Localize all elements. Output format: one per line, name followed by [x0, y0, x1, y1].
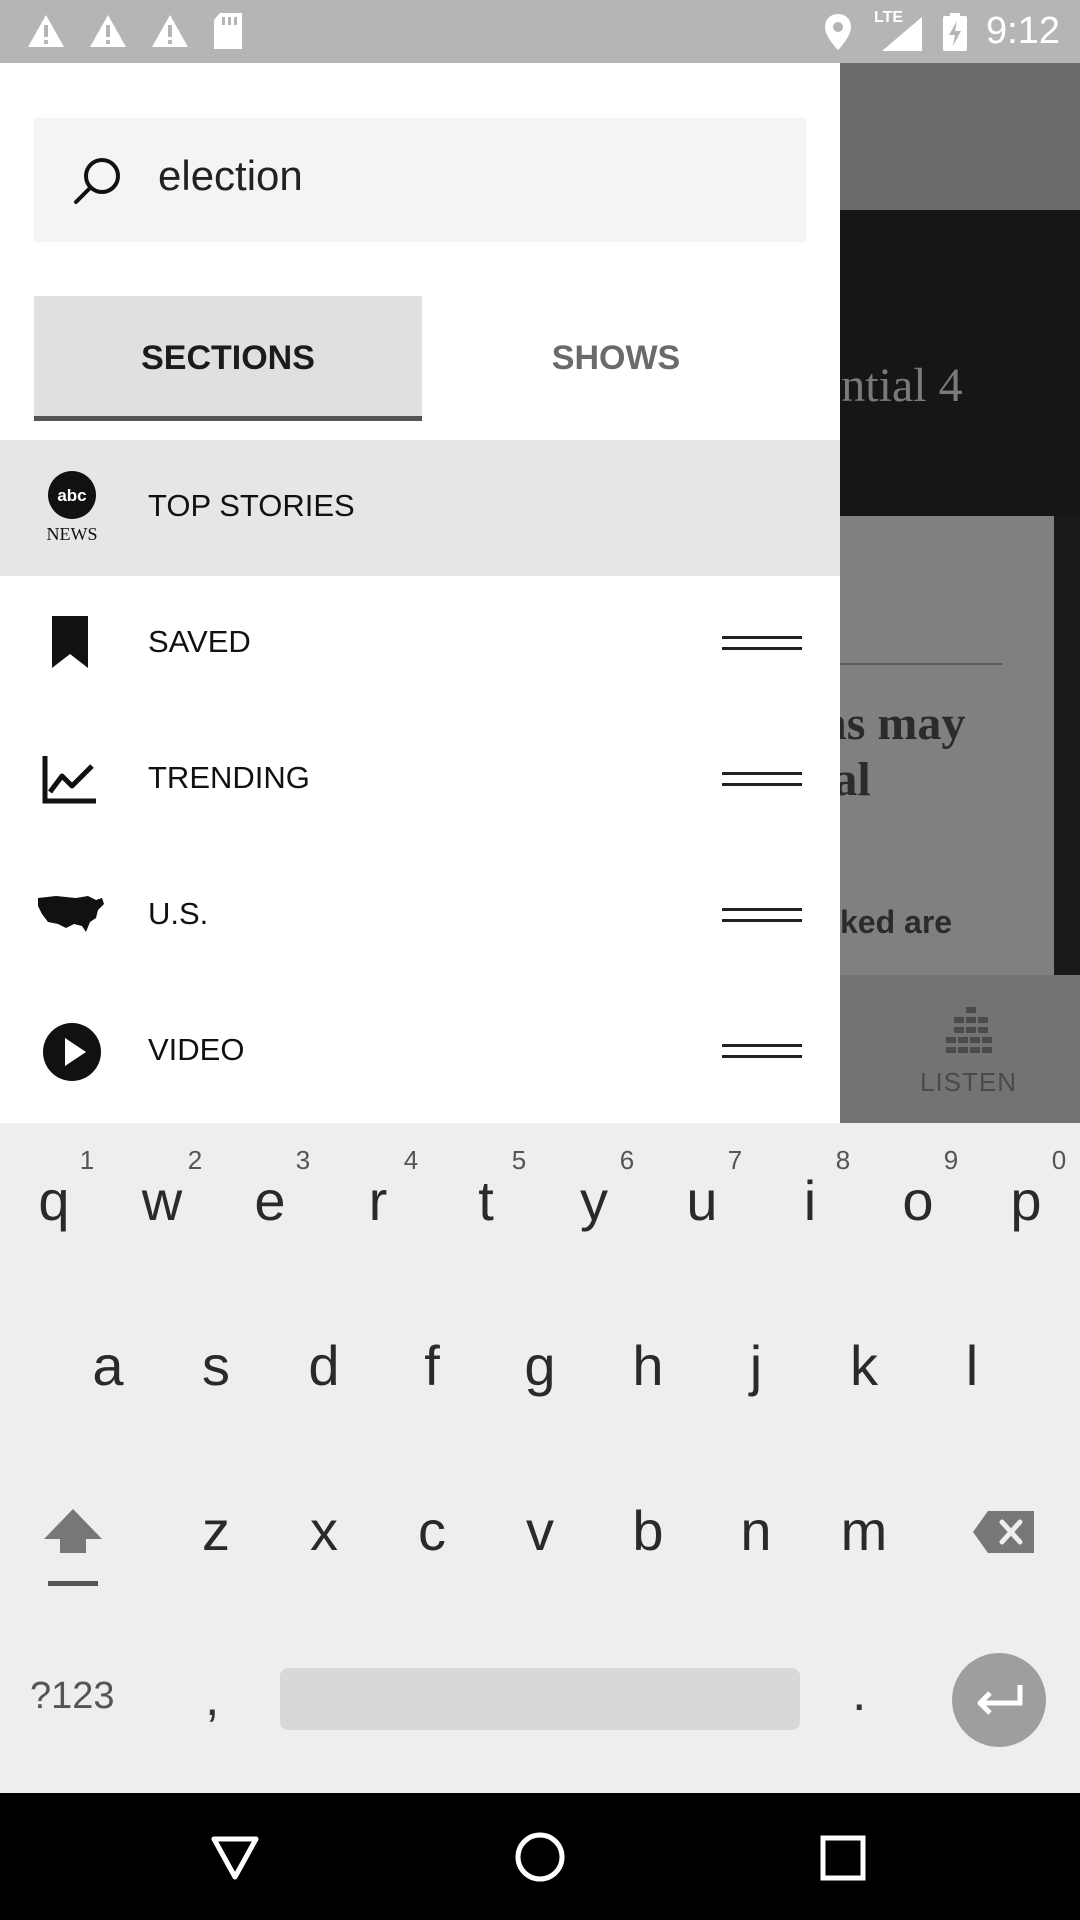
search-bar[interactable]: election	[34, 118, 806, 242]
key-x[interactable]: x	[270, 1498, 378, 1563]
status-bar: LTE 9:12	[0, 0, 1080, 63]
section-label: U.S.	[148, 896, 209, 931]
abc-news-logo-icon: abc NEWS	[38, 470, 108, 546]
trending-chart-icon	[42, 756, 96, 804]
warning-icon	[90, 15, 126, 47]
background-header	[840, 63, 1080, 210]
key-e[interactable]: e	[216, 1168, 324, 1233]
key-s[interactable]: s	[162, 1333, 270, 1398]
key-n[interactable]: n	[702, 1498, 810, 1563]
section-item-saved[interactable]: SAVED	[0, 576, 840, 712]
background-app: ential 4 ns may ial ked are LISTEN	[840, 63, 1080, 1123]
enter-arrow-icon	[977, 1685, 1023, 1715]
section-label: VIDEO	[148, 1032, 245, 1067]
key-f[interactable]: f	[378, 1333, 486, 1398]
background-headline: ential 4	[840, 359, 963, 412]
drag-handle-icon[interactable]	[722, 908, 802, 924]
sd-card-icon	[214, 13, 242, 49]
key-k[interactable]: k	[810, 1333, 918, 1398]
key-j[interactable]: j	[702, 1333, 810, 1398]
key-g[interactable]: g	[486, 1333, 594, 1398]
section-label: TOP STORIES	[148, 488, 355, 523]
section-list: abc NEWS TOP STORIES SAVED TRENDING U.S.…	[0, 440, 840, 1120]
key-h[interactable]: h	[594, 1333, 702, 1398]
search-input[interactable]: election	[158, 152, 303, 200]
comma-key[interactable]: ,	[205, 1668, 219, 1728]
battery-charging-icon	[943, 12, 968, 51]
section-label: SAVED	[148, 624, 251, 659]
key-w[interactable]: w	[108, 1168, 216, 1233]
warning-icon	[152, 15, 188, 47]
card-headline: ns may ial	[840, 697, 966, 806]
drag-handle-icon[interactable]	[722, 772, 802, 788]
key-c[interactable]: c	[378, 1498, 486, 1563]
card-subtext: ked are	[840, 904, 953, 940]
key-b[interactable]: b	[594, 1498, 702, 1563]
drag-handle-icon[interactable]	[722, 636, 802, 652]
soft-keyboard: 1 2 3 4 5 6 7 8 9 0 q w e r t y u i o p …	[0, 1123, 1080, 1793]
navigation-drawer: election SECTIONS SHOWS abc NEWS TOP STO…	[0, 63, 840, 1123]
key-d[interactable]: d	[270, 1333, 378, 1398]
bookmark-icon	[52, 616, 88, 668]
search-icon	[74, 158, 120, 204]
key-i[interactable]: i	[756, 1168, 864, 1233]
key-v[interactable]: v	[486, 1498, 594, 1563]
listen-label[interactable]: LISTEN	[920, 1067, 1017, 1098]
home-circle-icon[interactable]	[514, 1831, 566, 1883]
background-hero: ential 4	[840, 210, 1080, 517]
spacebar[interactable]	[280, 1668, 800, 1730]
key-z[interactable]: z	[162, 1498, 270, 1563]
section-item-video[interactable]: VIDEO	[0, 984, 840, 1120]
key-p[interactable]: p	[972, 1168, 1080, 1233]
svg-text:abc: abc	[57, 486, 86, 505]
drag-handle-icon[interactable]	[722, 1044, 802, 1060]
section-item-top-stories[interactable]: abc NEWS TOP STORIES	[0, 440, 840, 576]
divider	[840, 663, 1002, 665]
play-circle-icon	[43, 1023, 101, 1081]
key-t[interactable]: t	[432, 1168, 540, 1233]
system-icons: LTE 9:12	[824, 9, 1060, 53]
notification-icons	[26, 12, 244, 50]
navigation-bar	[0, 1793, 1080, 1920]
recents-square-icon[interactable]	[820, 1835, 866, 1881]
symbols-key[interactable]: ?123	[30, 1675, 115, 1718]
key-y[interactable]: y	[540, 1168, 648, 1233]
key-m[interactable]: m	[810, 1498, 918, 1563]
equalizer-icon	[946, 1007, 992, 1053]
back-triangle-icon[interactable]	[210, 1835, 260, 1881]
location-icon	[825, 13, 852, 50]
drawer-tabs: SECTIONS SHOWS	[34, 296, 806, 421]
background-card: ns may ial ked are	[840, 516, 1054, 976]
key-o[interactable]: o	[864, 1168, 972, 1233]
enter-button[interactable]	[952, 1653, 1046, 1747]
tab-shows[interactable]: SHOWS	[422, 296, 810, 421]
clock: 9:12	[986, 10, 1060, 52]
period-key[interactable]: .	[852, 1663, 866, 1723]
signal-icon: LTE	[870, 9, 924, 53]
section-item-us[interactable]: U.S.	[0, 848, 840, 984]
key-u[interactable]: u	[648, 1168, 756, 1233]
key-l[interactable]: l	[918, 1333, 1026, 1398]
shift-icon[interactable]	[40, 1503, 106, 1591]
section-item-trending[interactable]: TRENDING	[0, 712, 840, 848]
key-r[interactable]: r	[324, 1168, 432, 1233]
key-a[interactable]: a	[54, 1333, 162, 1398]
us-map-icon	[38, 896, 104, 932]
background-bottom-bar: LISTEN	[840, 975, 1080, 1123]
backspace-icon[interactable]	[972, 1509, 1036, 1555]
tab-sections[interactable]: SECTIONS	[34, 296, 422, 421]
section-label: TRENDING	[148, 760, 310, 795]
svg-text:NEWS: NEWS	[47, 524, 98, 544]
key-q[interactable]: q	[0, 1168, 108, 1233]
warning-icon	[28, 15, 64, 47]
